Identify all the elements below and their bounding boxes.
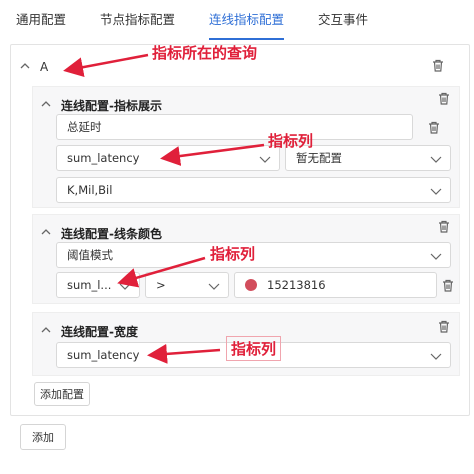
annotation-metric-label-1: 指标列 (268, 132, 314, 150)
section-line-color-header[interactable]: 连线配置-线条颜色 (41, 225, 162, 242)
annotation-metric-label-3: 指标列 (226, 336, 282, 361)
chevron-down-icon (430, 250, 442, 260)
chevron-up-icon[interactable] (41, 228, 51, 239)
trash-icon[interactable] (438, 220, 450, 233)
query-group-label: A (40, 60, 49, 74)
trash-icon[interactable] (442, 279, 454, 292)
annotation-query-label: 指标所在的查询 (152, 44, 258, 62)
trash-icon[interactable] (432, 59, 444, 72)
annotation-metric-label-2: 指标列 (210, 245, 256, 263)
section-width-header[interactable]: 连线配置-宽度 (41, 323, 138, 340)
chevron-down-icon (430, 350, 442, 360)
color-mode-value: 阈值模式 (67, 248, 113, 262)
chevron-up-icon[interactable] (41, 326, 51, 337)
display-name-input[interactable]: 总延时 (56, 114, 413, 140)
tab-node-metric-config[interactable]: 节点指标配置 (100, 0, 175, 40)
tab-interaction-events[interactable]: 交互事件 (318, 0, 368, 40)
color-swatch[interactable] (245, 279, 257, 291)
display-metric-value: sum_latency (67, 151, 140, 165)
add-config-button[interactable]: 添加配置 (34, 382, 90, 406)
add-button[interactable]: 添加 (20, 424, 66, 450)
display-units-value: K,Mil,Bil (67, 183, 113, 197)
trash-icon[interactable] (428, 121, 440, 134)
section-metric-display-header[interactable]: 连线配置-指标展示 (41, 97, 162, 114)
query-group-header[interactable]: A (20, 58, 48, 76)
trash-icon[interactable] (438, 92, 450, 105)
color-threshold-input[interactable]: 15213816 (234, 272, 437, 298)
color-threshold-value: 15213816 (267, 278, 326, 292)
display-config-value: 暂无配置 (296, 151, 342, 165)
color-operator-select[interactable]: > (145, 272, 229, 298)
color-operator-value: > (156, 278, 166, 292)
color-metric-select[interactable]: sum_l... (56, 272, 140, 298)
tab-general-config[interactable]: 通用配置 (16, 0, 66, 40)
display-name-value: 总延时 (67, 120, 102, 134)
section-title: 连线配置-线条颜色 (61, 227, 162, 241)
section-title: 连线配置-宽度 (61, 325, 138, 339)
chevron-up-icon[interactable] (20, 62, 30, 73)
display-metric-select[interactable]: sum_latency (56, 145, 280, 171)
chevron-down-icon (208, 280, 220, 290)
chevron-down-icon (430, 185, 442, 195)
chevron-up-icon[interactable] (41, 100, 51, 111)
section-title: 连线配置-指标展示 (61, 99, 162, 113)
chevron-down-icon (119, 280, 131, 290)
color-metric-value: sum_l... (67, 278, 112, 292)
tab-edge-metric-config[interactable]: 连线指标配置 (209, 0, 285, 40)
chevron-down-icon (430, 153, 442, 163)
trash-icon[interactable] (438, 320, 450, 333)
tab-bar: 通用配置 节点指标配置 连线指标配置 交互事件 (0, 0, 474, 40)
chevron-down-icon (259, 153, 271, 163)
display-units-select[interactable]: K,Mil,Bil (56, 177, 451, 203)
width-metric-value: sum_latency (67, 348, 140, 362)
